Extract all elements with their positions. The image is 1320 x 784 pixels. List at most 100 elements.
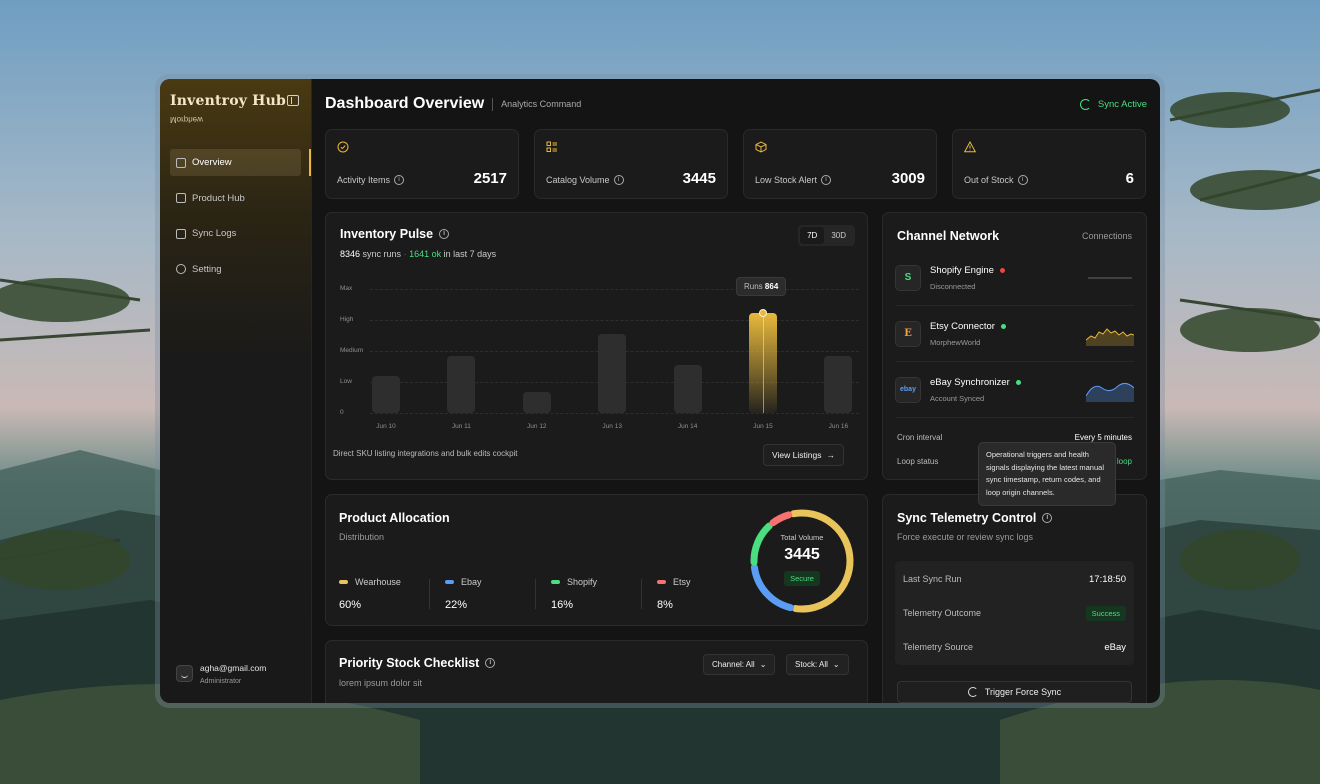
- chart-bar[interactable]: [372, 375, 400, 413]
- sidebar-item-overview[interactable]: Overview: [170, 149, 311, 176]
- info-icon[interactable]: i: [485, 658, 496, 668]
- info-icon[interactable]: i: [1042, 513, 1053, 523]
- card-subtitle: lorem ipsum dolor sit: [339, 678, 423, 688]
- view-listings-button[interactable]: View Listings →: [763, 444, 844, 466]
- arrow-right-icon: →: [826, 450, 835, 460]
- stat-label: Catalog Volume i: [546, 175, 624, 185]
- chevron-down-icon: ⌄: [832, 660, 840, 669]
- store-icon: [176, 193, 186, 203]
- chart-highlight-dot: [759, 308, 767, 317]
- tooltip-label: Runs: [744, 281, 763, 291]
- trigger-force-sync-button[interactable]: Trigger Force Sync: [897, 681, 1132, 703]
- channel-name: Etsy Connector: [930, 321, 1006, 332]
- list-icon: [546, 141, 557, 152]
- stat-card-low-stock: Low Stock Alert i 3009: [743, 129, 937, 199]
- sidebar-collapse-icon[interactable]: [287, 95, 299, 106]
- refresh-icon: [967, 687, 978, 697]
- chart-bar[interactable]: [447, 355, 476, 413]
- info-icon[interactable]: i: [1017, 175, 1028, 185]
- topbar: Dashboard Overview Analytics Command Syn…: [325, 79, 1147, 129]
- pulse-footer: Direct SKU listing integrations and bulk…: [333, 449, 518, 458]
- success-badge: Success: [1085, 605, 1126, 621]
- gear-icon: [176, 264, 186, 274]
- y-tick-label: Max: [340, 285, 353, 292]
- stat-value: 3009: [891, 170, 925, 187]
- status-dot: [1015, 379, 1021, 385]
- stock-filter-select[interactable]: Stock: All ⌄: [786, 654, 849, 675]
- stat-card-out-of-stock: Out of Stock i 6: [952, 129, 1146, 199]
- channel-name: eBay Synchronizer: [930, 377, 1021, 388]
- stat-label: Low Stock Alert i: [755, 175, 832, 185]
- divider: [492, 97, 494, 111]
- box-icon: [755, 141, 767, 153]
- sync-status[interactable]: Sync Active: [1079, 98, 1147, 110]
- status-dot: [999, 267, 1005, 273]
- card-title: Sync Telemetry Control i: [897, 511, 1053, 525]
- chart-bar[interactable]: [673, 364, 702, 413]
- chart-highlight-line: [762, 312, 764, 413]
- sidebar-item-label: Sync Logs: [192, 228, 237, 239]
- chart-bar[interactable]: [522, 391, 551, 413]
- x-tick-label: Jun 16: [828, 423, 849, 430]
- stat-label: Out of Stock i: [964, 175, 1028, 185]
- x-tick-label: Jun 14: [677, 423, 698, 430]
- etsy-logo-icon: E: [895, 320, 921, 347]
- card-subtitle: Force execute or review sync logs: [897, 532, 1034, 542]
- channel-filter-select[interactable]: Channel: All ⌄: [703, 654, 776, 675]
- chart-bar[interactable]: [598, 333, 627, 413]
- main-content: Dashboard Overview Analytics Command Syn…: [312, 79, 1160, 703]
- legend-ebay: Ebay 22%: [445, 577, 482, 611]
- stat-value: 3445: [682, 170, 716, 187]
- x-tick-label: Jun 15: [753, 423, 773, 430]
- channel-row-shopify[interactable]: S Shopify Engine Disconnected: [895, 250, 1134, 306]
- sidebar-item-setting[interactable]: Setting: [170, 256, 301, 283]
- info-icon[interactable]: i: [821, 175, 832, 185]
- warning-icon: [963, 140, 977, 153]
- telemetry-row-outcome: Telemetry Outcome Success: [903, 596, 1126, 630]
- shopify-logo-icon: S: [895, 264, 921, 291]
- connections-link[interactable]: Connections: [1082, 231, 1132, 241]
- donut-label: Total Volume: [780, 533, 824, 542]
- legend-swatch: [339, 580, 348, 584]
- sidebar: Inventroy Hub Morphew Overview Product H…: [160, 79, 312, 703]
- sidebar-item-sync-logs[interactable]: Sync Logs: [170, 220, 301, 247]
- cron-row: Cron interval Every 5 minutes: [897, 433, 1132, 442]
- card-title: Channel Network: [897, 229, 1000, 243]
- telemetry-row-source: Telemetry Source eBay: [903, 641, 1126, 653]
- sync-status-label: Sync Active: [1097, 98, 1147, 110]
- x-tick-label: Jun 13: [602, 423, 622, 430]
- legend-swatch: [445, 580, 454, 584]
- chart-bar[interactable]: [824, 355, 853, 413]
- telemetry-row-last-sync: Last Sync Run 17:18:50: [903, 573, 1126, 585]
- refresh-icon: [1079, 98, 1091, 110]
- channel-row-etsy[interactable]: E Etsy Connector MorphewWorld: [895, 306, 1134, 362]
- legend-swatch: [657, 580, 666, 584]
- user-profile[interactable]: agha@gmail.com Administrator: [176, 663, 266, 685]
- sidebar-item-product-hub[interactable]: Product Hub: [170, 185, 301, 212]
- info-icon[interactable]: i: [394, 175, 405, 185]
- pulse-chart: Max High Medium Low 0 Jun 10 Jun 11 Jun 12 Jun 1…: [326, 213, 869, 481]
- legend-etsy: Etsy 8%: [657, 577, 691, 611]
- sparkline-shopify: [1088, 277, 1132, 279]
- inventory-pulse-card: Inventory Pulse i 8346 sync runs · 1641 o…: [325, 212, 868, 480]
- sparkline-ebay: [1086, 382, 1134, 402]
- sidebar-item-label: Setting: [192, 263, 222, 275]
- sidebar-nav: Overview Product Hub Sync Logs Setting: [170, 149, 311, 283]
- gridline: [370, 320, 859, 321]
- document-icon: [176, 228, 186, 239]
- sparkline-etsy: [1086, 328, 1134, 346]
- info-icon[interactable]: i: [613, 175, 624, 185]
- stat-card-catalog: Catalog Volume i 3445: [534, 129, 728, 199]
- donut-segment-etsy[interactable]: [769, 511, 793, 527]
- gridline: [370, 413, 859, 414]
- channel-status: MorphewWorld: [930, 337, 981, 347]
- app-window: Inventroy Hub Morphew Overview Product H…: [155, 74, 1165, 708]
- brand-subtitle: Morphew: [170, 115, 203, 124]
- channel-row-ebay[interactable]: ebay eBay Synchronizer Account Synced: [895, 362, 1134, 418]
- product-allocation-card: Product Allocation Distribution Wearhous…: [325, 494, 868, 626]
- x-tick-label: Jun 10: [376, 423, 396, 430]
- status-dot: [1000, 323, 1006, 329]
- secure-badge: Secure: [784, 571, 820, 586]
- ebay-logo-icon: ebay: [895, 376, 921, 403]
- channel-name: Shopify Engine: [930, 265, 1005, 276]
